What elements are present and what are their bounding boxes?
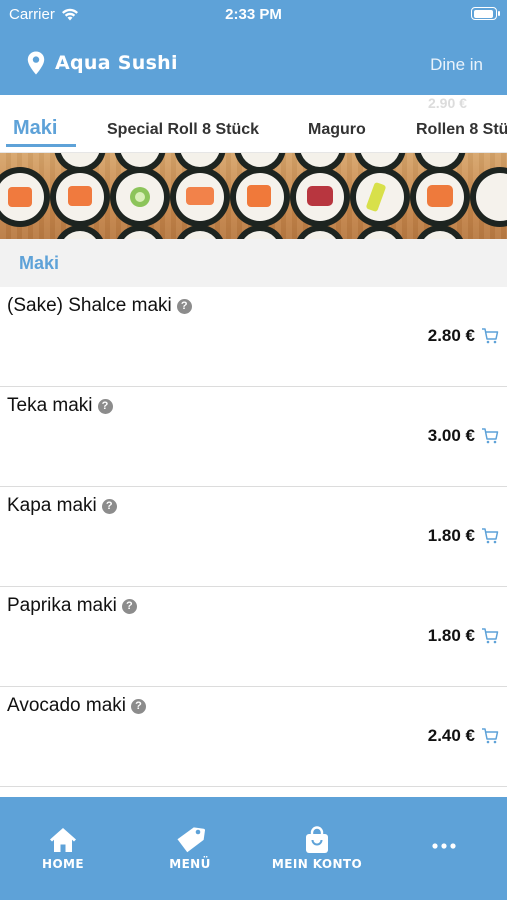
header: Carrier 2:33 PM Aqua Sushi Dine in [0, 0, 507, 95]
info-icon[interactable]: ? [176, 298, 192, 314]
item-name: Teka maki [7, 395, 93, 416]
info-icon[interactable]: ? [121, 598, 137, 614]
tag-icon [177, 827, 205, 853]
menu-item[interactable]: Avocado maki ? 2.40 € [0, 687, 507, 787]
item-price: 1.80 € [427, 526, 475, 545]
menu-item[interactable]: (Sake) Shalce maki ? 2.80 € [0, 287, 507, 387]
section-title: Maki [19, 253, 60, 273]
tab-maki[interactable]: Maki [13, 117, 57, 140]
more-icon [432, 843, 456, 849]
battery-icon [471, 7, 500, 20]
restaurant-name: Aqua Sushi [55, 52, 178, 74]
tab-maguro[interactable]: Maguro [308, 121, 366, 139]
info-icon[interactable]: ? [131, 698, 146, 714]
nav-home-label: HOME [42, 857, 84, 871]
tab-rollen[interactable]: Rollen 8 Stück [416, 121, 507, 139]
menu-item[interactable]: Paprika maki ? 1.80 € [0, 587, 507, 687]
item-name: Avocado maki [7, 695, 126, 716]
section-header: Maki [0, 239, 507, 287]
cart-icon[interactable] [481, 427, 499, 445]
category-banner-image [0, 153, 507, 239]
app-bar: Aqua Sushi Dine in [0, 40, 507, 90]
home-icon [50, 828, 76, 852]
cart-icon[interactable] [481, 627, 499, 645]
cart-icon[interactable] [481, 527, 499, 545]
cart-icon[interactable] [481, 327, 499, 345]
nav-account-label: MEIN KONTO [271, 857, 363, 871]
item-name: Kapa maki [7, 495, 97, 516]
nav-home[interactable]: HOME [8, 825, 118, 871]
category-tabs: 2.90 € Maki Special Roll 8 Stück Maguro … [0, 95, 507, 153]
info-icon[interactable]: ? [97, 398, 113, 414]
tab-special-roll[interactable]: Special Roll 8 Stück [107, 121, 259, 139]
item-price: 1.80 € [427, 626, 475, 645]
nav-more[interactable] [389, 825, 499, 857]
item-name: Paprika maki [7, 595, 117, 616]
status-time: 2:33 PM [225, 6, 282, 23]
status-bar: Carrier 2:33 PM [0, 0, 507, 30]
menu-item-list: (Sake) Shalce maki ? 2.80 € Teka maki ? … [0, 287, 507, 797]
item-price: 3.00 € [427, 426, 475, 445]
restaurant-location[interactable]: Aqua Sushi [27, 51, 178, 75]
item-name: (Sake) Shalce maki [7, 295, 172, 316]
shopping-bag-icon [306, 826, 328, 853]
menu-item[interactable]: Kapa maki ? 1.80 € [0, 487, 507, 587]
active-tab-indicator [6, 144, 76, 147]
ghost-price: 2.90 € [428, 95, 467, 111]
item-price: 2.40 € [427, 726, 475, 745]
cart-icon[interactable] [481, 727, 499, 745]
bottom-nav: HOME MENÜ MEIN KONTO [0, 797, 507, 900]
info-icon[interactable]: ? [101, 498, 117, 514]
location-pin-icon [27, 51, 45, 75]
nav-account[interactable]: MEIN KONTO [262, 825, 372, 871]
item-price: 2.80 € [427, 326, 475, 345]
menu-item[interactable]: Teka maki ? 3.00 € [0, 387, 507, 487]
dine-mode-toggle[interactable]: Dine in [430, 55, 483, 75]
nav-menu[interactable]: MENÜ [135, 825, 245, 871]
nav-menu-label: MENÜ [169, 857, 211, 871]
